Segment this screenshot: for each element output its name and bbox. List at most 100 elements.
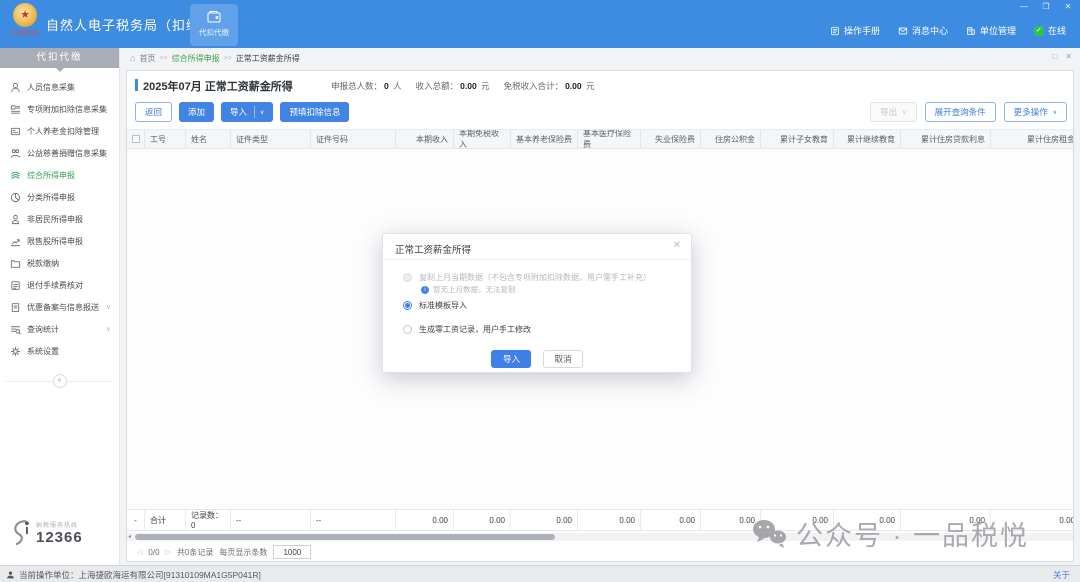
caret-down-icon: ∨	[902, 109, 907, 116]
select-all-checkbox[interactable]	[131, 135, 140, 143]
online-label: 在线	[1047, 26, 1066, 36]
expand-query-button[interactable]: 展开查询条件	[924, 102, 996, 122]
building-icon	[967, 26, 975, 35]
online-check-icon: ✓	[1033, 25, 1044, 36]
next-page-icon[interactable]: ▷	[166, 548, 171, 556]
summary-cell: 0.00	[511, 510, 578, 530]
chevron-down-icon: ∨	[105, 326, 111, 333]
column-header-label: 证件类型	[236, 134, 268, 144]
sidebar-item-preferential-filing[interactable]: 优惠备案与信息报送 ∨	[0, 296, 119, 318]
close-icon[interactable]: ✕	[1062, 2, 1074, 11]
column-header-label: 本期收入	[416, 134, 448, 144]
app-header: — ❐ ✕ ★ 中国税务 自然人电子税务局（扣缴端） 代扣代缴 操作手册 消息中…	[0, 0, 1080, 48]
sidebar-item-refund-fee-check[interactable]: 退付手续费核对	[0, 274, 119, 296]
sidebar-item-restricted-stock[interactable]: 限售股所得申报	[0, 230, 119, 252]
sidebar-item-classified-income[interactable]: 分类所得申报	[0, 186, 119, 208]
sidebar-item-charity-donation[interactable]: 公益慈善捐赠信息采集	[0, 142, 119, 164]
sidebar-item-pension-deduction[interactable]: 个人养老金扣除管理	[0, 120, 119, 142]
sidebar-item-label: 非居民所得申报	[27, 214, 83, 224]
dialog-body: 导入 取消 复制上月当期数据（不包含专项附加扣除数据，用户需手工补充） i 暂无上月…	[383, 260, 691, 374]
sidebar-collapse-row: «	[0, 374, 119, 388]
breadcrumb-section[interactable]: 综合所得申报	[172, 53, 220, 64]
sidebar-item-system-settings[interactable]: 系统设置	[0, 340, 119, 362]
minimize-icon[interactable]: —	[1018, 2, 1030, 11]
pagination: ◁ 0/0 ▷ 共0条记录 每页显示条数	[137, 545, 312, 559]
dialog-option-label: 复制上月当期数据（不包含专项附加扣除数据，用户需手工补充）	[419, 273, 651, 282]
radio-selected-icon[interactable]	[403, 301, 412, 310]
breadcrumb-separator: >>	[223, 54, 232, 62]
breadcrumb-separator: >>	[159, 54, 168, 62]
radio-unselected-icon[interactable]	[403, 325, 412, 334]
column-header: 姓名	[186, 130, 231, 148]
dialog-option-1[interactable]: 标准模板导入	[403, 300, 467, 311]
tab-restore-icon[interactable]: □	[1052, 52, 1057, 61]
dialog-option-label: 生成零工资记录，用户手工修改	[419, 325, 531, 334]
sidebar-item-tax-payment[interactable]: 税款缴纳	[0, 252, 119, 274]
sidebar-item-query-statistics[interactable]: 查询统计 ∨	[0, 318, 119, 340]
top-menu: 操作手册 消息中心 单位管理 ✓ 在线	[830, 24, 1066, 37]
summary-cell: 合计	[145, 510, 186, 530]
summary-cell: --	[231, 510, 311, 530]
prev-page-icon[interactable]: ◁	[137, 548, 142, 556]
add-button[interactable]: 添加	[179, 102, 215, 122]
radio-unselected-icon[interactable]	[403, 273, 412, 282]
column-header: 证件类型	[231, 130, 311, 148]
dialog-option-0: 复制上月当期数据（不包含专项附加扣除数据，用户需手工补充）	[403, 272, 651, 283]
column-header-label: 住房公积金	[715, 134, 755, 144]
online-status[interactable]: ✓ 在线	[1033, 24, 1066, 37]
status-bar: 当前操作单位：上海捷欧海运有限公司[91310109MA1G5P041R] 关于	[0, 565, 1080, 582]
column-header: 工号	[145, 130, 186, 148]
column-header: 累计子女教育	[761, 130, 834, 148]
wallet-icon	[207, 11, 221, 23]
sidebar-item-label: 个人养老金扣除管理	[27, 126, 99, 136]
org-management-button[interactable]: 单位管理	[966, 24, 1016, 37]
dialog-option-2[interactable]: 生成零工资记录，用户手工修改	[403, 324, 531, 335]
manual-button[interactable]: 操作手册	[830, 24, 880, 37]
message-center-button[interactable]: 消息中心	[898, 24, 948, 37]
sidebar-item-label: 退付手续费核对	[27, 280, 83, 290]
page-indicator: 0/0	[148, 547, 160, 557]
watermark: 公众号 · 一品税悦	[750, 514, 1029, 553]
sidebar-collapse-button[interactable]: «	[52, 374, 67, 388]
dialog-import-button[interactable]: 导入	[491, 350, 532, 368]
sidebar-header: 代扣代缴	[0, 48, 119, 72]
sidebar-item-label: 分类所得申报	[27, 192, 75, 202]
restore-icon[interactable]: ❐	[1040, 2, 1052, 11]
scroll-left-arrow-icon[interactable]: ◂	[128, 533, 131, 541]
column-header: 基本医疗保险费	[578, 130, 641, 148]
about-link[interactable]: 关于	[1053, 569, 1070, 581]
import-button[interactable]: 导入 ∨	[221, 102, 274, 122]
sidebar-item-personnel-info[interactable]: 人员信息采集	[0, 76, 119, 98]
page-size-input[interactable]	[273, 545, 312, 559]
user-icon	[11, 82, 20, 92]
dialog-option-note: i 暂无上月数据，无法复制	[421, 284, 516, 295]
toolbar: 返回 添加 导入 ∨ 预填扣除信息 导出 ∨ 展开查询条件 更多操作 ∨	[127, 99, 1073, 125]
sidebar-item-special-deduction[interactable]: 专项附加扣除信息采集	[0, 98, 119, 120]
summary-cell: -	[127, 510, 145, 530]
tab-close-icon[interactable]: ✕	[1065, 52, 1072, 61]
folder-icon	[10, 259, 21, 268]
tab-withholding[interactable]: 代扣代缴	[190, 4, 238, 46]
current-operating-unit: 当前操作单位：上海捷欧海运有限公司[91310109MA1G5P041R]	[19, 570, 261, 580]
column-header-label: 基本医疗保险费	[583, 129, 631, 149]
dialog-close-icon[interactable]: ✕	[673, 240, 681, 251]
column-header: 基本养老保险费	[511, 130, 578, 148]
hands-icon	[10, 148, 21, 158]
dialog-buttons: 导入 取消	[383, 350, 691, 368]
more-operations-button[interactable]: 更多操作 ∨	[1003, 102, 1067, 122]
dialog-cancel-button[interactable]: 取消	[543, 350, 583, 368]
scrollbar-thumb[interactable]	[135, 534, 555, 540]
back-button[interactable]: 返回	[135, 102, 173, 122]
window-controls: — ❐ ✕	[1018, 2, 1074, 11]
breadcrumb-home[interactable]: 首页	[139, 53, 155, 64]
prefill-deduction-button[interactable]: 预填扣除信息	[280, 102, 350, 122]
dialog-option-label: 标准模板导入	[419, 301, 467, 310]
sidebar-item-label: 专项附加扣除信息采集	[27, 104, 107, 114]
table-header-row: 工号 姓名 证件类型 证件号码 本期收入 本期免税收入 基本养老保险费 基本医疗保险费 失业保险…	[127, 129, 1073, 149]
column-header-label: 失业保险费	[655, 134, 695, 144]
hotline-number: 12366	[36, 529, 83, 546]
sidebar-item-comprehensive-income[interactable]: 综合所得申报	[0, 164, 119, 186]
sidebar-item-nonresident-income[interactable]: 非居民所得申报	[0, 208, 119, 230]
home-icon: ⌂	[130, 53, 136, 63]
column-header: 累计继续教育	[834, 130, 901, 148]
